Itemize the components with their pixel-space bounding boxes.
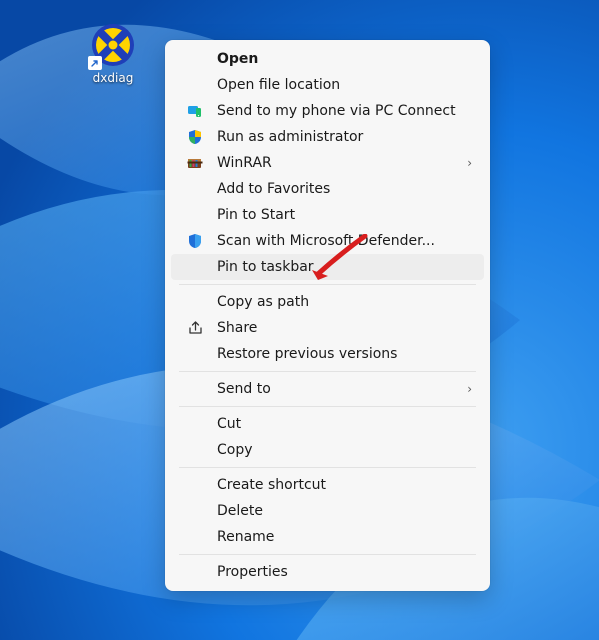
blank-icon xyxy=(185,440,205,460)
menu-open[interactable]: Open xyxy=(171,46,484,72)
context-menu: Open Open file location Send to my phone… xyxy=(165,40,490,591)
menu-send-to-phone[interactable]: Send to my phone via PC Connect xyxy=(171,98,484,124)
winrar-icon xyxy=(185,153,205,173)
menu-cut[interactable]: Cut xyxy=(171,411,484,437)
menu-share[interactable]: Share xyxy=(171,315,484,341)
menu-properties[interactable]: Properties xyxy=(171,559,484,585)
menu-restore-previous-versions[interactable]: Restore previous versions xyxy=(171,341,484,367)
menu-create-shortcut[interactable]: Create shortcut xyxy=(171,472,484,498)
blank-icon xyxy=(185,344,205,364)
menu-winrar[interactable]: WinRAR › xyxy=(171,150,484,176)
menu-delete[interactable]: Delete xyxy=(171,498,484,524)
blank-icon xyxy=(185,527,205,547)
desktop-icon-dxdiag[interactable]: dxdiag xyxy=(78,22,148,85)
menu-copy-as-path[interactable]: Copy as path xyxy=(171,289,484,315)
menu-separator xyxy=(179,284,476,285)
dxdiag-icon xyxy=(90,22,136,68)
shield-admin-icon xyxy=(185,127,205,147)
menu-add-to-favorites[interactable]: Add to Favorites xyxy=(171,176,484,202)
blank-icon xyxy=(185,75,205,95)
blank-icon xyxy=(185,179,205,199)
share-icon xyxy=(185,318,205,338)
menu-rename[interactable]: Rename xyxy=(171,524,484,550)
pc-connect-icon xyxy=(185,101,205,121)
menu-copy[interactable]: Copy xyxy=(171,437,484,463)
blank-icon xyxy=(185,501,205,521)
shortcut-arrow-icon xyxy=(88,56,102,70)
blank-icon xyxy=(185,292,205,312)
blank-icon xyxy=(185,49,205,69)
blank-icon xyxy=(185,257,205,277)
blank-icon xyxy=(185,379,205,399)
menu-scan-defender[interactable]: Scan with Microsoft Defender... xyxy=(171,228,484,254)
menu-open-file-location[interactable]: Open file location xyxy=(171,72,484,98)
menu-separator xyxy=(179,406,476,407)
desktop-icon-label: dxdiag xyxy=(78,71,148,85)
menu-pin-to-start[interactable]: Pin to Start xyxy=(171,202,484,228)
menu-separator xyxy=(179,371,476,372)
blank-icon xyxy=(185,475,205,495)
menu-separator xyxy=(179,554,476,555)
blank-icon xyxy=(185,205,205,225)
blank-icon xyxy=(185,414,205,434)
blank-icon xyxy=(185,562,205,582)
chevron-right-icon: › xyxy=(458,156,472,170)
menu-run-as-administrator[interactable]: Run as administrator xyxy=(171,124,484,150)
menu-send-to[interactable]: Send to › xyxy=(171,376,484,402)
menu-separator xyxy=(179,467,476,468)
defender-shield-icon xyxy=(185,231,205,251)
chevron-right-icon: › xyxy=(458,382,472,396)
menu-pin-to-taskbar[interactable]: Pin to taskbar xyxy=(171,254,484,280)
